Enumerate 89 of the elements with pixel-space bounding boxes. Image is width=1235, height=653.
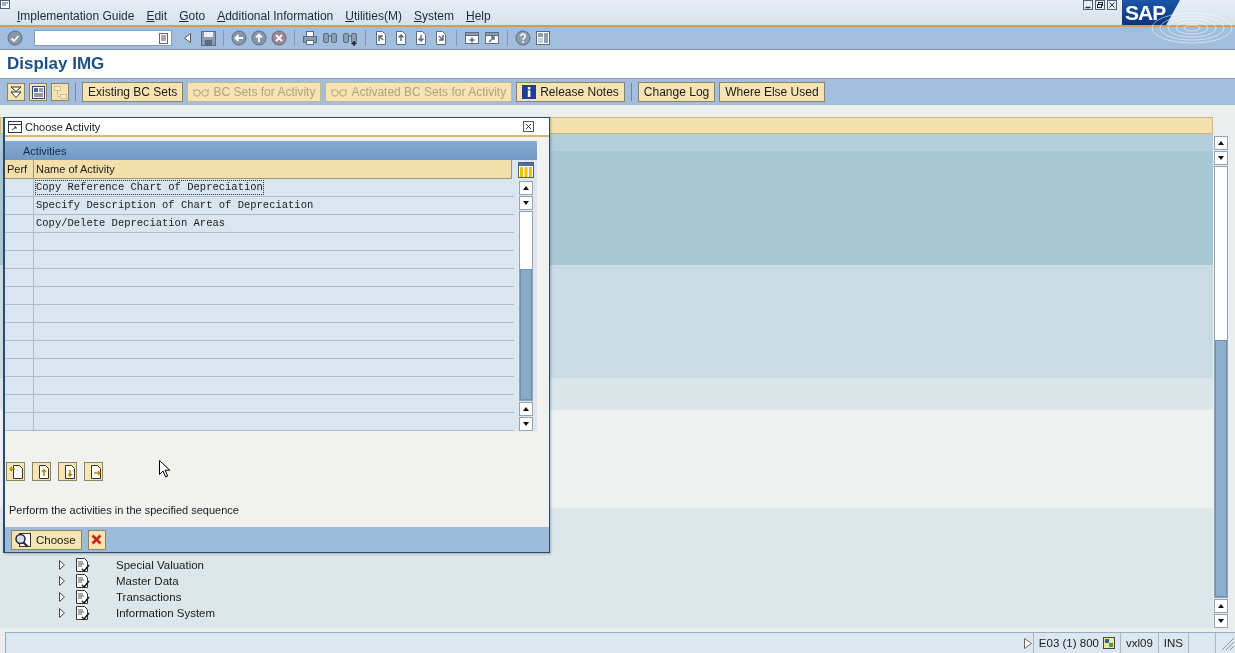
document-list-icon [31,85,45,99]
document-check-icon [74,573,90,589]
server-name: vxl09 [1125,637,1153,649]
first-page-icon[interactable] [373,30,389,46]
document-check-icon [74,605,90,621]
scrollbar-thumb[interactable] [519,269,532,400]
hierarchy-icon [53,85,67,99]
expand-triangle-icon[interactable] [58,592,66,602]
binoculars-plus-icon[interactable] [342,30,358,46]
restore-icon[interactable] [1095,0,1105,10]
down-triangles-icon [10,86,22,98]
expand-triangle-icon[interactable] [58,560,66,570]
left-arrow-circle-icon[interactable] [231,30,247,46]
scroll-down-icon[interactable] [518,417,533,431]
toolbar-button[interactable]: Release Notes [516,82,625,102]
menu-item[interactable]: Implementation Guide [17,9,135,23]
system-info: E03 (1) 800 [1038,637,1099,649]
activity-name[interactable]: Specify Description of Chart of Depreciation [35,198,315,213]
tree-item[interactable]: Master Data [116,575,179,587]
menu-item[interactable]: Utilities(M) [345,9,402,23]
toolbar-button[interactable]: Existing BC Sets [82,82,184,102]
command-field[interactable] [34,30,172,46]
scroll-down-icon[interactable] [518,196,533,210]
choose-button[interactable]: Choose [11,529,82,550]
document-arrow-icon [8,464,23,479]
document-button[interactable] [6,462,25,481]
cancel-button[interactable] [87,529,106,550]
tree-item[interactable]: Transactions [116,591,182,603]
session-icon[interactable] [1102,637,1115,649]
checkmark-icon[interactable] [7,30,23,46]
document-button[interactable] [84,462,103,481]
column-header[interactable]: Name of Activity [34,160,512,179]
hint-text: Perform the activities in the specified sequence [9,504,240,516]
printer-icon[interactable] [302,30,318,46]
up-arrow-circle-icon[interactable] [251,30,267,46]
document-button[interactable] [32,462,51,481]
cross-icon [91,534,103,545]
activity-name[interactable]: Copy/Delete Depreciation Areas [35,216,227,231]
x-circle-icon[interactable] [271,30,287,46]
close-icon[interactable] [523,121,534,132]
glasses-icon [331,87,348,97]
menu-item[interactable]: Help [465,9,491,23]
menu-item[interactable]: Edit [146,9,168,23]
toolbar-button[interactable] [29,83,47,101]
logo: SAP [1122,0,1180,25]
expand-triangle-icon[interactable] [58,576,66,586]
scroll-down-icon[interactable] [1214,614,1228,628]
expand-triangle-icon[interactable] [58,608,66,618]
document-check-icon [74,557,90,573]
minimize-icon[interactable] [1083,0,1093,10]
previous-page-icon[interactable] [393,30,409,46]
last-page-icon[interactable] [433,30,449,46]
scroll-up-icon[interactable] [1214,136,1228,150]
toolbar-button[interactable] [7,83,25,101]
glasses-icon [193,87,210,97]
layout-icon[interactable] [535,30,551,46]
close-icon[interactable] [1107,0,1117,10]
scroll-up-icon[interactable] [1214,599,1228,613]
resize-grip-icon[interactable] [1219,635,1235,651]
scroll-down-icon[interactable] [1214,151,1228,165]
screen-title: Display IMG [7,54,105,74]
scroll-up-icon[interactable] [518,402,533,416]
next-page-icon[interactable] [413,30,429,46]
tree-item[interactable]: Information System [116,607,216,619]
menu-item[interactable]: Goto [179,9,206,23]
scroll-up-icon[interactable] [518,181,533,195]
table-title: Activities [5,141,537,160]
toolbar-button[interactable]: Change Log [637,82,716,102]
document-button[interactable] [58,462,77,481]
new-window-icon[interactable] [464,30,480,46]
table-settings-icon[interactable] [517,162,534,178]
mouse-pointer-icon [159,460,170,478]
toolbar-button[interactable]: Where Else Used [719,82,825,102]
magnifier-icon [14,531,32,548]
column-header[interactable]: Perf [5,160,34,179]
info-icon [522,85,537,99]
activity-name[interactable]: Copy Reference Chart of Depreciation [35,180,264,195]
menu-item[interactable]: System [413,9,454,23]
window-menu-icon[interactable] [0,0,10,9]
input-mode: INS [1163,637,1183,649]
triangle-right-icon[interactable] [1023,637,1032,649]
dialog-title: Choose Activity [25,120,102,133]
menu-item[interactable]: Additional Information [217,9,334,23]
list-icon[interactable] [159,32,168,44]
document-check-icon [74,589,90,605]
tree-item[interactable]: Special Valuation [116,559,204,571]
help-icon[interactable] [515,30,531,46]
triangle-left-icon[interactable] [184,33,191,43]
scrollbar-thumb[interactable] [1215,340,1227,597]
